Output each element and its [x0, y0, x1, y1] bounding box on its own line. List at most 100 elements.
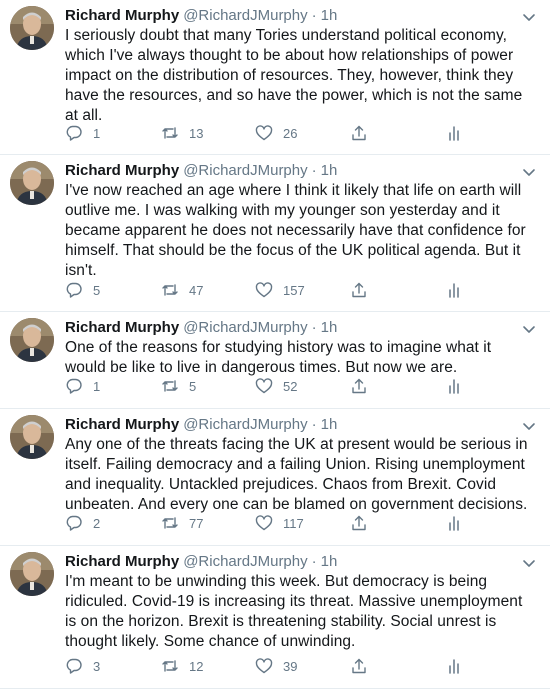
share-button[interactable]: [350, 377, 368, 395]
share-icon: [352, 515, 366, 531]
share-button[interactable]: [350, 514, 368, 532]
tweet-actions: 1 5 52: [65, 376, 480, 396]
heart-icon: [255, 658, 273, 674]
tweet-header: Richard Murphy @RichardJMurphy · 1h: [65, 155, 534, 181]
tweet-header: Richard Murphy @RichardJMurphy · 1h: [65, 0, 534, 26]
author-handle[interactable]: @RichardJMurphy: [183, 553, 307, 570]
like-button[interactable]: 52: [255, 377, 297, 395]
like-count: 157: [283, 282, 305, 298]
share-icon: [352, 282, 366, 298]
like-count: 26: [283, 125, 298, 141]
author-name[interactable]: Richard Murphy: [65, 416, 179, 433]
tweet-actions: 2 77 117: [65, 513, 480, 533]
heart-icon: [255, 125, 273, 141]
reply-count: 3: [93, 658, 101, 674]
tweet-header: Richard Murphy @RichardJMurphy · 1h: [65, 409, 534, 435]
author-handle[interactable]: @RichardJMurphy: [183, 7, 307, 24]
analytics-button[interactable]: [445, 124, 463, 142]
reply-icon: [66, 658, 82, 674]
reply-button[interactable]: 5: [65, 281, 100, 299]
reply-icon: [66, 282, 82, 298]
tweet-text: I've now reached an age where I think it…: [65, 182, 526, 279]
reply-icon: [66, 125, 82, 141]
like-button[interactable]: 39: [255, 657, 297, 675]
analytics-button[interactable]: [445, 514, 463, 532]
reply-count: 2: [93, 515, 101, 531]
analytics-icon: [449, 283, 459, 298]
tweet-text: I seriously doubt that many Tories under…: [65, 27, 523, 124]
like-button[interactable]: 26: [255, 124, 297, 142]
tweet-header: Richard Murphy @RichardJMurphy · 1h: [65, 546, 534, 572]
author-name[interactable]: Richard Murphy: [65, 553, 179, 570]
like-button[interactable]: 117: [255, 514, 304, 532]
retweet-count: 77: [189, 515, 204, 531]
author-name[interactable]: Richard Murphy: [65, 7, 179, 24]
avatar[interactable]: [10, 552, 54, 596]
tweet-text: Any one of the threats facing the UK at …: [65, 436, 528, 513]
avatar[interactable]: [10, 415, 54, 459]
retweet-count: 47: [189, 282, 204, 298]
tweet[interactable]: Richard Murphy @RichardJMurphy · 1h Any one…: [0, 409, 550, 546]
retweet-count: 5: [189, 378, 197, 394]
timestamp[interactable]: 1h: [321, 162, 338, 179]
author-name[interactable]: Richard Murphy: [65, 162, 179, 179]
tweet[interactable]: Richard Murphy @RichardJMurphy · 1h I serio…: [0, 0, 550, 155]
chevron-down-icon[interactable]: [520, 320, 538, 338]
tweet[interactable]: Richard Murphy @RichardJMurphy · 1h I've no…: [0, 155, 550, 312]
share-button[interactable]: [350, 124, 368, 142]
retweet-count: 13: [189, 125, 204, 141]
reply-button[interactable]: 1: [65, 377, 100, 395]
avatar[interactable]: [10, 161, 54, 205]
share-button[interactable]: [350, 657, 368, 675]
analytics-icon: [449, 659, 459, 674]
avatar[interactable]: [10, 318, 54, 362]
tweet-actions: 5 47 157: [65, 280, 480, 300]
share-button[interactable]: [350, 281, 368, 299]
author-handle[interactable]: @RichardJMurphy: [183, 319, 307, 336]
reply-count: 1: [93, 378, 101, 394]
share-icon: [352, 658, 366, 674]
tweet-text: One of the reasons for studying history …: [65, 339, 492, 376]
author-handle[interactable]: @RichardJMurphy: [183, 416, 307, 433]
chevron-down-icon[interactable]: [520, 8, 538, 26]
analytics-icon: [449, 516, 459, 531]
tweet-header: Richard Murphy @RichardJMurphy · 1h: [65, 312, 534, 338]
analytics-button[interactable]: [445, 281, 463, 299]
share-icon: [352, 125, 366, 141]
separator: ·: [311, 7, 317, 24]
share-icon: [352, 378, 366, 394]
separator: ·: [311, 553, 317, 570]
retweet-button[interactable]: 12: [161, 657, 203, 675]
analytics-icon: [449, 126, 459, 141]
tweet[interactable]: Richard Murphy @RichardJMurphy · 1h One of …: [0, 312, 550, 409]
retweet-button[interactable]: 77: [161, 514, 203, 532]
chevron-down-icon[interactable]: [520, 417, 538, 435]
reply-icon: [66, 378, 82, 394]
heart-icon: [255, 282, 273, 298]
tweet[interactable]: Richard Murphy @RichardJMurphy · 1h I'm mea…: [0, 546, 550, 689]
retweet-button[interactable]: 47: [161, 281, 203, 299]
tweet-actions: 1 13 26: [65, 123, 480, 143]
reply-button[interactable]: 1: [65, 124, 100, 142]
chevron-down-icon[interactable]: [520, 163, 538, 181]
reply-button[interactable]: 2: [65, 514, 100, 532]
timestamp[interactable]: 1h: [321, 553, 338, 570]
avatar[interactable]: [10, 6, 54, 50]
separator: ·: [311, 319, 317, 336]
timestamp[interactable]: 1h: [321, 319, 338, 336]
reply-button[interactable]: 3: [65, 657, 100, 675]
retweet-button[interactable]: 13: [161, 124, 203, 142]
like-button[interactable]: 157: [255, 281, 305, 299]
author-name[interactable]: Richard Murphy: [65, 319, 179, 336]
retweet-icon: [162, 380, 178, 392]
retweet-count: 12: [189, 658, 204, 674]
timestamp[interactable]: 1h: [321, 7, 338, 24]
author-handle[interactable]: @RichardJMurphy: [183, 162, 307, 179]
chevron-down-icon[interactable]: [520, 554, 538, 572]
retweet-button[interactable]: 5: [161, 377, 196, 395]
analytics-button[interactable]: [445, 377, 463, 395]
analytics-button[interactable]: [445, 657, 463, 675]
timestamp[interactable]: 1h: [321, 416, 338, 433]
reply-icon: [66, 515, 82, 531]
heart-icon: [255, 515, 273, 531]
